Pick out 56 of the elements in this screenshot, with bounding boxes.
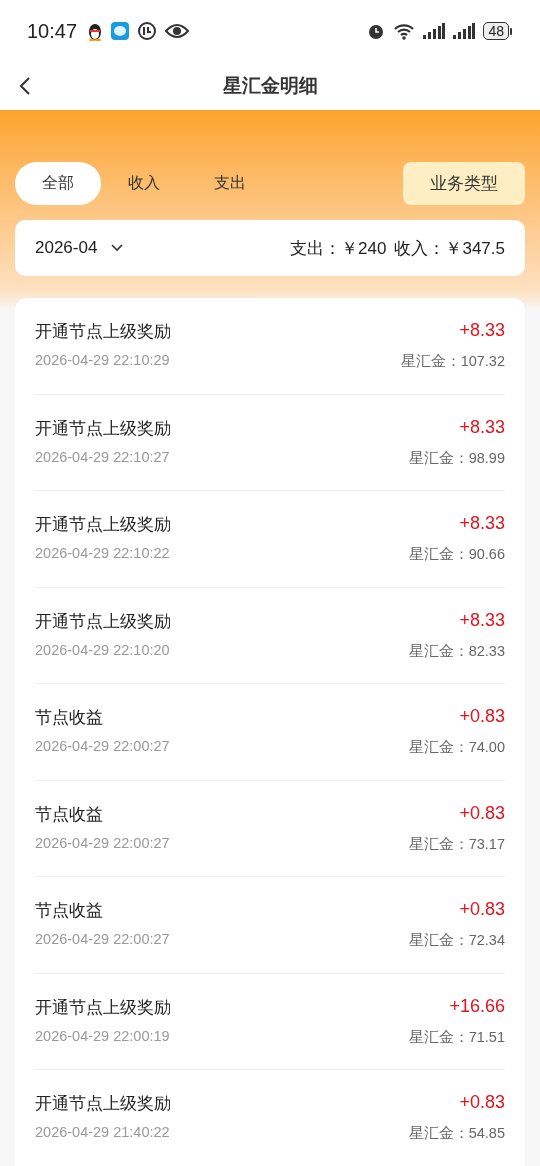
- record-title: 节点收益: [35, 900, 104, 923]
- record-amount: +0.83: [459, 1092, 505, 1115]
- month-picker[interactable]: 2026-04: [35, 238, 124, 258]
- record-amount: +0.83: [459, 706, 505, 729]
- record-amount: +8.33: [459, 609, 505, 632]
- battery-level: 48: [483, 22, 509, 40]
- record-title: 开通节点上级奖励: [35, 321, 172, 344]
- record-balance: 星汇金：71.51: [408, 1027, 505, 1047]
- chat-app-icon: [111, 22, 130, 40]
- record-title: 节点收益: [35, 803, 104, 826]
- record-title: 开通节点上级奖励: [35, 417, 172, 440]
- record-time: 2026-04-29 22:00:27: [35, 738, 171, 757]
- back-icon[interactable]: [18, 76, 32, 96]
- record-balance: 星汇金：90.66: [408, 545, 505, 565]
- record-amount: +16.66: [449, 995, 505, 1018]
- record-balance: 星汇金：82.33: [408, 641, 505, 661]
- filter-tab[interactable]: 收入: [101, 162, 187, 205]
- filter-tab[interactable]: 支出: [187, 162, 273, 205]
- business-type-button[interactable]: 业务类型: [403, 162, 525, 205]
- record-time: 2026-04-29 22:00:27: [35, 834, 171, 853]
- record-time: 2026-04-29 22:10:29: [35, 352, 171, 371]
- record-title: 开通节点上级奖励: [35, 610, 172, 633]
- alarm-icon: [367, 22, 386, 40]
- expense-total: 支出：￥240: [290, 237, 387, 260]
- record-amount: +8.33: [459, 416, 505, 439]
- record-time: 2026-04-29 22:00:27: [35, 931, 171, 950]
- circle-icon: [137, 21, 158, 41]
- record-title: 开通节点上级奖励: [35, 514, 172, 537]
- penguin-icon: [87, 21, 104, 41]
- record-time: 2026-04-29 22:10:27: [35, 448, 171, 467]
- record-amount: +8.33: [459, 320, 505, 343]
- record-title: 开通节点上级奖励: [35, 996, 172, 1019]
- record-balance: 星汇金：98.99: [408, 448, 505, 468]
- record-amount: +8.33: [459, 513, 505, 536]
- record-balance: 星汇金：107.32: [400, 352, 505, 372]
- record-amount: +0.83: [459, 899, 505, 922]
- signal-icon: [423, 23, 446, 39]
- record-balance: 星汇金：72.34: [408, 931, 505, 951]
- record-time: 2026-04-29 22:10:20: [35, 641, 171, 660]
- record-balance: 星汇金：54.85: [408, 1124, 505, 1144]
- status-time: 10:47: [27, 19, 78, 43]
- record-balance: 星汇金：73.17: [408, 834, 505, 854]
- chevron-down-icon: [111, 244, 124, 252]
- record-time: 2026-04-29 21:40:22: [35, 1124, 171, 1143]
- record-amount: +0.83: [459, 802, 505, 825]
- wifi-icon: [393, 22, 416, 40]
- record-time: 2026-04-29 22:10:22: [35, 545, 171, 564]
- record-time: 2026-04-29 22:00:19: [35, 1027, 171, 1046]
- signal-icon: [453, 23, 476, 39]
- filter-tab[interactable]: 全部: [15, 162, 101, 205]
- record-title: 开通节点上级奖励: [35, 1093, 172, 1116]
- income-total: 收入：￥347.5: [394, 237, 505, 260]
- record-title: 节点收益: [35, 707, 104, 730]
- record-balance: 星汇金：74.00: [408, 738, 505, 758]
- page-title: 星汇金明细: [222, 74, 318, 98]
- eye-icon: [165, 23, 190, 39]
